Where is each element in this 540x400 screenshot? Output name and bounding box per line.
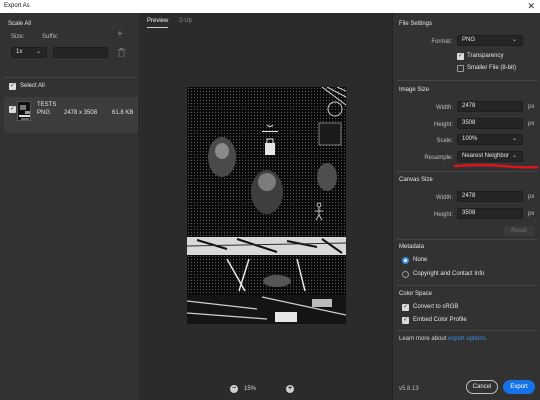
asset-filesize: 61.8 KB [112,110,134,116]
smaller-file-label: Smaller File (8-bit) [467,65,517,71]
chevron-down-icon: ⌄ [511,37,517,43]
format-select-value: PNG [462,37,476,43]
suffix-label: Suffix: [42,34,59,40]
embed-profile-checkbox[interactable]: ✓ [402,317,409,324]
image-size-heading: Image Size [399,87,430,93]
tab-underline [147,27,168,28]
cancel-button[interactable]: Cancel [466,380,498,394]
scale-select-value: 100% [462,136,478,142]
window-title: Export As [4,3,30,9]
image-height-label: Height: [433,122,453,128]
embed-profile-label: Embed Color Profile [413,317,467,323]
close-icon[interactable]: ✕ [527,1,535,11]
window-titlebar: Export As ✕ [0,0,540,13]
resample-select[interactable]: Nearest Neighbor ⌄ [457,151,523,162]
image-height-unit: px [528,121,535,127]
plus-icon[interactable]: + [117,30,123,40]
scale-all-label: Scale All [8,21,32,27]
red-underline-annotation [453,163,539,169]
canvas-height-label: Height: [433,212,453,218]
preview-image [187,87,346,324]
chevron-down-icon: ⌄ [35,49,41,55]
file-settings-heading: File Settings [399,21,433,27]
color-space-heading: Color Space [399,291,433,297]
asset-dimensions: 2478 x 3508 [64,110,98,116]
tab-preview[interactable]: Preview [147,18,168,24]
image-height-value: 3508 [462,120,476,126]
image-width-unit: px [528,104,535,110]
transparency-checkbox[interactable]: ✓ [457,53,464,60]
canvas-width-value: 2478 [462,193,476,199]
image-width-label: Width: [435,105,453,111]
format-select[interactable]: PNG ⌄ [457,35,523,46]
divider [397,285,537,286]
version-label: v5.8.13 [399,386,419,392]
asset-format: PNG [37,110,51,116]
asset-checkbox[interactable]: ✓ [9,106,16,113]
select-all-label: Select All [20,83,45,89]
resample-select-value: Nearest Neighbor [462,153,510,159]
convert-srgb-label: Convert to sRGB [413,304,459,310]
asset-row[interactable]: ✓ TESTS PNG 2478 x 3508 61.8 KB [4,97,138,133]
tab-2-up[interactable]: 2-Up [179,18,192,24]
size-select[interactable]: 1x ⌄ [11,47,47,58]
canvas-width-input[interactable]: 2478 [457,191,523,202]
select-all-checkbox[interactable]: ✓ [9,83,16,90]
scale-select[interactable]: 100% ⌄ [457,134,523,145]
left-panel: Scale All Size: Suffix: + 1x ⌄ ✓ Select … [0,13,140,400]
export-options-link[interactable]: export options. [448,336,487,342]
chevron-down-icon: ⌄ [511,136,517,142]
trash-icon[interactable] [118,48,125,57]
canvas-height-value: 3508 [462,210,476,216]
image-width-input[interactable]: 2478 [457,101,523,112]
metadata-heading: Metadata [399,244,425,250]
metadata-none-radio[interactable] [402,257,409,264]
canvas-size-heading: Canvas Size [399,177,433,183]
zoom-level: 15% [244,386,257,392]
metadata-none-label: None [413,257,428,263]
canvas-height-input[interactable]: 3508 [457,208,523,219]
asset-thumbnail [17,101,31,121]
learn-more-text: Learn more about export options. [399,336,488,342]
transparency-label: Transparency [467,53,504,59]
suffix-input[interactable] [53,47,108,58]
canvas-width-label: Width: [435,195,453,201]
metadata-copyright-label: Copyright and Contact Info [413,271,485,277]
smaller-file-checkbox[interactable] [457,65,464,72]
preview-area: Preview 2-Up − 15% + [141,13,392,400]
chevron-down-icon: ⌄ [511,153,517,159]
scale-label: Scale: [436,138,453,144]
divider [397,330,537,331]
canvas-width-unit: px [528,194,535,200]
divider [397,80,537,81]
divider [397,171,537,172]
size-label: Size: [11,34,25,40]
convert-srgb-checkbox[interactable]: ✓ [402,304,409,311]
zoom-out-icon[interactable]: − [230,385,238,393]
divider [397,239,537,240]
resample-label: Resample: [424,155,453,161]
export-button[interactable]: Export [503,380,535,394]
reset-button[interactable]: Reset [504,226,534,236]
zoom-in-icon[interactable]: + [286,385,294,393]
metadata-copyright-radio[interactable] [402,271,409,278]
image-height-input[interactable]: 3508 [457,118,523,129]
settings-panel: File Settings Format: PNG ⌄ ✓ Transparen… [392,13,540,400]
divider [4,77,136,78]
asset-name: TESTS [37,102,57,108]
format-label: Format: [431,39,452,45]
image-width-value: 2478 [462,103,476,109]
size-select-value: 1x [16,49,23,55]
canvas-height-unit: px [528,211,535,217]
